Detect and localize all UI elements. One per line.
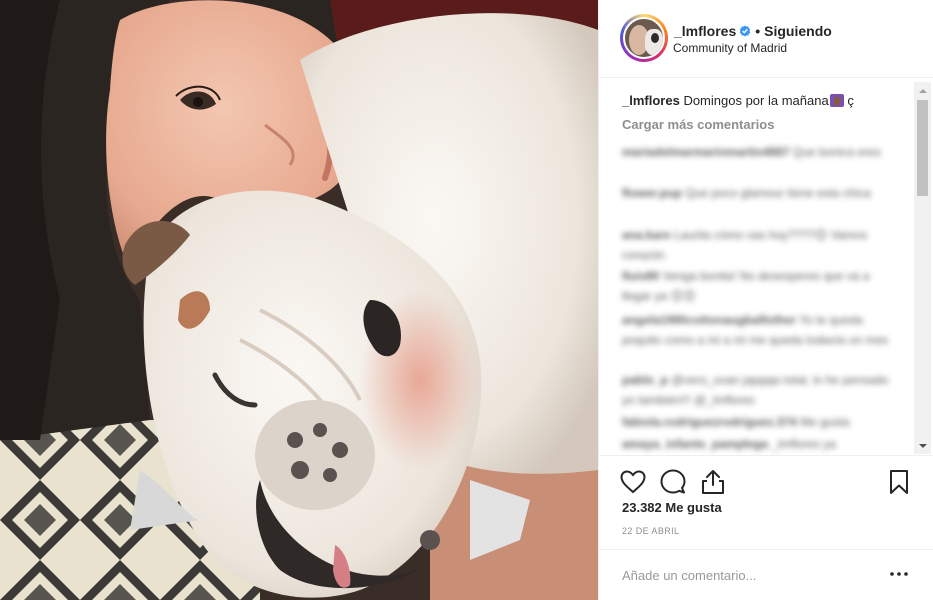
comment-text: Que poco glamour tiene esta chica <box>685 186 871 200</box>
bookmark-icon <box>890 470 908 494</box>
photo-illustration <box>0 0 598 600</box>
hand-raised-emoji-icon <box>829 94 844 107</box>
comment-user[interactable]: mariadelmarmarinmartin4887 <box>622 145 789 159</box>
add-comment-bar <box>599 549 933 600</box>
scroll-thumb[interactable] <box>917 100 928 196</box>
scroll-down-button[interactable] <box>914 437 931 454</box>
user-avatar[interactable] <box>620 14 668 62</box>
comment-item: ana.kare Laurita cómo vas hoy????😊 Vamos… <box>622 225 892 265</box>
comment-item: flower.pup Que poco glamour tiene esta c… <box>622 183 892 203</box>
comment-item: angela1990cottonaugbalfother Yo te queda… <box>622 310 892 350</box>
username-link[interactable]: _lmflores <box>674 23 736 39</box>
comment-user[interactable]: angela1990cottonaugbalfother <box>622 313 796 327</box>
post-photo[interactable] <box>0 0 598 600</box>
comment-text: _lmflores ya <box>771 437 837 451</box>
separator-dot: • <box>755 23 761 39</box>
post-side-panel: _lmflores • Siguiendo Community of Madri… <box>598 0 933 600</box>
following-button[interactable]: Siguiendo <box>764 23 832 39</box>
comment-item: mariadelmarmarinmartin4887 Que bonica er… <box>622 142 892 162</box>
comment-text: Me gusta <box>800 415 850 429</box>
comment-item: lluis80 Venga bonita! No desesperes que … <box>622 266 892 306</box>
comment-icon <box>660 469 686 494</box>
location-link[interactable]: Community of Madrid <box>673 41 787 55</box>
post-caption: _lmflores Domingos por la mañana ç <box>622 92 872 109</box>
caption-text: Domingos por la mañana <box>683 93 829 108</box>
likes-count[interactable]: 23.382 Me gusta <box>622 500 722 515</box>
caption-username[interactable]: _lmflores <box>622 93 680 108</box>
comments-list[interactable]: _lmflores Domingos por la mañana ç Carga… <box>599 78 933 455</box>
more-icon <box>890 572 908 576</box>
save-button[interactable] <box>885 468 913 496</box>
load-more-comments-button[interactable]: Cargar más comentarios <box>622 117 774 132</box>
comment-user[interactable]: fabiola.rodriguezrodriguez.374 <box>622 415 797 429</box>
comment-item: amaya_infante_pamplega _lmflores ya <box>622 434 892 454</box>
user-line: _lmflores • Siguiendo <box>674 22 832 40</box>
caption-extra: ç <box>847 93 854 108</box>
comments-scrollbar[interactable] <box>914 82 931 454</box>
comment-user[interactable]: ana.kare <box>622 228 671 242</box>
comment-item: fabiola.rodriguezrodriguez.374 Me gusta <box>622 412 892 432</box>
add-comment-input[interactable] <box>622 566 862 584</box>
more-options-button[interactable] <box>889 564 909 584</box>
scroll-up-icon <box>918 88 927 93</box>
comment-text: Que bonica eres <box>792 145 881 159</box>
comment-user[interactable]: flower.pup <box>622 186 682 200</box>
comment-user[interactable]: lluis80 <box>622 269 659 283</box>
post-actions <box>599 455 933 505</box>
share-button[interactable] <box>699 468 727 496</box>
scroll-down-icon <box>918 443 927 448</box>
scroll-up-button[interactable] <box>914 82 931 99</box>
like-button[interactable] <box>619 468 647 496</box>
verified-badge-icon <box>740 25 751 37</box>
post-date[interactable]: 22 DE ABRIL <box>622 526 679 536</box>
comment-user[interactable]: pablo_p <box>622 373 668 387</box>
comment-item: pablo_p @vero_ovan jajajaja total, lo he… <box>622 370 892 410</box>
comment-user[interactable]: amaya_infante_pamplega <box>622 437 768 451</box>
comment-text: Venga bonita! No desesperes que va a lle… <box>622 269 870 303</box>
comment-button[interactable] <box>659 468 687 496</box>
post-header: _lmflores • Siguiendo Community of Madri… <box>599 0 933 78</box>
heart-icon <box>620 470 646 494</box>
share-icon <box>702 470 724 494</box>
avatar-image <box>623 17 665 59</box>
